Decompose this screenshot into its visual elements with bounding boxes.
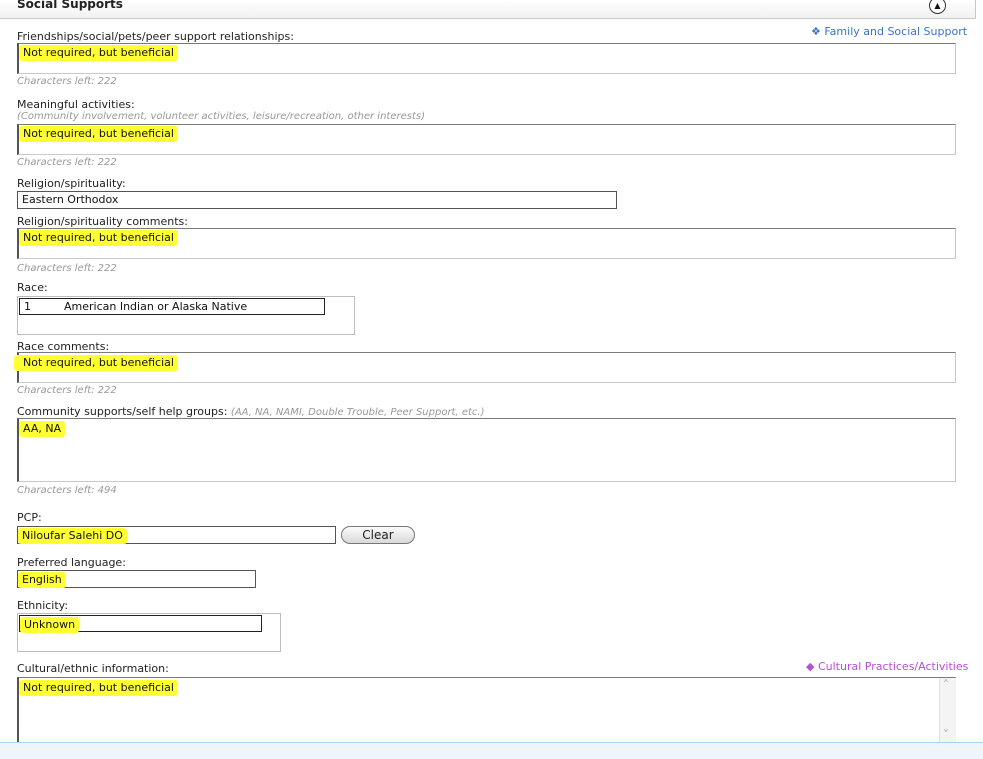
race-listbox[interactable]: 1 American Indian or Alaska Native	[17, 296, 355, 335]
clear-button[interactable]: Clear	[341, 526, 415, 544]
scroll-up-icon[interactable]: ˄	[943, 678, 949, 692]
meaningful-activities-label: Meaningful activities:	[17, 98, 135, 111]
meaningful-activities-value: Not required, but beneficial	[19, 126, 178, 142]
section-header	[0, 0, 976, 19]
religion-field[interactable]: Eastern Orthodox	[17, 191, 617, 209]
ethnicity-value: Unknown	[20, 617, 80, 633]
friendships-label: Friendships/social/pets/peer support rel…	[17, 30, 294, 43]
ethnicity-listbox[interactable]: Unknown	[17, 613, 281, 652]
community-supports-label: Community supports/self help groups: (AA…	[17, 405, 484, 418]
pcp-field[interactable]: Niloufar Salehi DO	[17, 526, 336, 544]
religion-comments-chars-left: Characters left: 222	[17, 263, 117, 274]
cultural-info-label: Cultural/ethnic information:	[17, 662, 169, 675]
ethnicity-row[interactable]: Unknown	[19, 615, 262, 633]
preferred-language-field[interactable]: English	[17, 570, 256, 588]
religion-comments-value: Not required, but beneficial	[19, 230, 178, 246]
religion-label: Religion/spirituality:	[17, 177, 126, 190]
race-comments-chars-left: Characters left: 222	[17, 385, 117, 396]
friendships-value: Not required, but beneficial	[19, 45, 178, 61]
community-supports-hint: (AA, NA, NAMI, Double Trouble, Peer Supp…	[230, 407, 485, 418]
cultural-info-scrollbar[interactable]: ˄ ˅	[939, 678, 956, 742]
family-social-support-link[interactable]: ❖ Family and Social Support	[811, 25, 967, 38]
pcp-label: PCP:	[17, 511, 42, 524]
friendships-field[interactable]: Not required, but beneficial	[17, 43, 956, 74]
community-supports-field[interactable]: AA, NA	[17, 418, 956, 482]
race-code: 1	[24, 300, 31, 313]
race-comments-field[interactable]: Not required, but beneficial	[14, 352, 956, 383]
community-supports-label-text: Community supports/self help groups:	[17, 405, 228, 418]
friendships-chars-left: Characters left: 222	[17, 76, 117, 87]
community-supports-chars-left: Characters left: 494	[17, 485, 117, 496]
meaningful-activities-hint: (Community involvement, volunteer activi…	[17, 111, 425, 122]
preferred-language-value: English	[18, 572, 66, 588]
religion-value: Eastern Orthodox	[22, 193, 119, 206]
race-row[interactable]: 1 American Indian or Alaska Native	[19, 298, 325, 315]
pcp-value: Niloufar Salehi DO	[18, 528, 127, 544]
meaningful-activities-field[interactable]: Not required, but beneficial	[17, 124, 956, 155]
religion-comments-field[interactable]: Not required, but beneficial	[17, 228, 956, 259]
race-label: Race:	[17, 281, 48, 294]
scroll-down-icon[interactable]: ˅	[943, 728, 949, 742]
race-comments-value: Not required, but beneficial	[14, 355, 178, 371]
cultural-practices-link[interactable]: ◆ Cultural Practices/Activities	[806, 660, 968, 673]
cultural-info-value: Not required, but beneficial	[19, 680, 178, 696]
religion-comments-label: Religion/spirituality comments:	[17, 215, 188, 228]
section-title: Social Supports	[17, 0, 123, 11]
meaningful-activities-chars-left: Characters left: 222	[17, 157, 117, 168]
ethnicity-label: Ethnicity:	[17, 599, 69, 612]
community-supports-value: AA, NA	[19, 421, 66, 437]
race-name: American Indian or Alaska Native	[64, 300, 248, 313]
bottom-bar	[0, 742, 983, 759]
cultural-info-field[interactable]: Not required, but beneficial ˄ ˅	[17, 677, 956, 743]
preferred-language-label: Preferred language:	[17, 556, 126, 569]
